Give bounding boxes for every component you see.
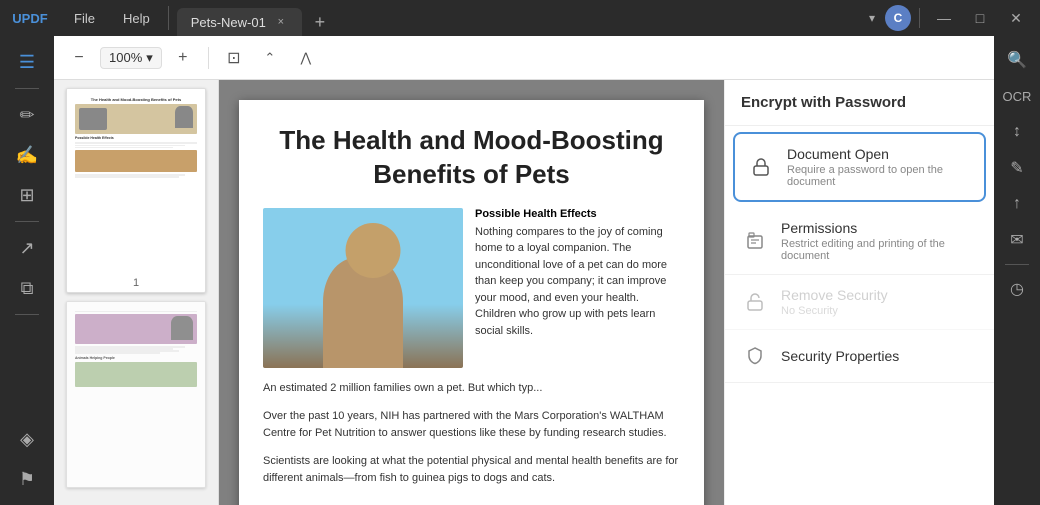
bookmark-icon[interactable]: ⚑ — [9, 461, 45, 497]
fit-width-button[interactable]: ⌃ — [255, 43, 285, 73]
document-page: The Health and Mood-Boosting Benefits of… — [239, 100, 704, 505]
encrypt-panel: Encrypt with Password Document Open Requ… — [724, 80, 994, 505]
remove-security-icon — [741, 288, 769, 316]
menu-bar: File Help — [60, 0, 164, 36]
divider — [919, 8, 920, 28]
edit2-icon[interactable]: ✎ — [1001, 152, 1033, 184]
doc-paragraph-3: Over the past 10 years, NIH has partnere… — [263, 408, 680, 441]
panel-header: Encrypt with Password — [725, 80, 994, 126]
permissions-text: Permissions Restrict editing and printin… — [781, 220, 978, 262]
permissions-title: Permissions — [781, 220, 978, 236]
minimize-button[interactable]: — — [928, 6, 960, 30]
zoom-value: 100% — [109, 50, 142, 65]
menu-item-security-properties[interactable]: Security Properties — [725, 330, 994, 383]
zoom-dropdown-icon: ▾ — [146, 50, 153, 66]
left-sidebar: ☰ ✏ ✍ ⊞ ↗ ⧉ ◈ ⚑ — [0, 36, 54, 505]
remove-security-title: Remove Security — [781, 287, 978, 303]
thumb-img-2 — [75, 150, 197, 172]
document-viewer[interactable]: The Health and Mood-Boosting Benefits of… — [219, 80, 724, 505]
security-properties-title: Security Properties — [781, 348, 978, 364]
tab-label: Pets-New-01 — [191, 15, 266, 30]
document-icon[interactable]: ☰ — [9, 44, 45, 80]
doc-paragraph-2: An estimated 2 million families own a pe… — [263, 380, 680, 397]
page-thumbnail-1[interactable]: The Health and Mood-Boosting Benefits of… — [66, 88, 206, 293]
maximize-button[interactable]: □ — [964, 6, 996, 30]
lock-icon — [747, 153, 775, 181]
history-icon[interactable]: ◷ — [1001, 273, 1033, 305]
share-icon[interactable]: ↑ — [1001, 188, 1033, 220]
thumb-img-3 — [75, 314, 197, 344]
separator — [168, 6, 169, 30]
thumb-content-2: Animals Helping People — [71, 306, 201, 393]
right-sidebar: 🔍 OCR ↕ ✎ ↑ ✉ ◷ — [994, 36, 1040, 505]
doc-paragraph-1: Nothing compares to the joy of coming ho… — [475, 224, 680, 340]
content-area: The Health and Mood-Boosting Benefits of… — [54, 80, 994, 505]
mail-icon[interactable]: ✉ — [1001, 224, 1033, 256]
doc-cat-image — [263, 208, 463, 368]
sidebar-divider-3 — [15, 314, 39, 315]
permissions-icon — [741, 227, 769, 255]
sidebar-divider-1 — [15, 88, 39, 89]
document-open-text: Document Open Require a password to open… — [787, 146, 972, 188]
tab-pets[interactable]: Pets-New-01 × — [177, 8, 302, 36]
zoom-out-button[interactable]: − — [64, 43, 94, 73]
window-dropdown[interactable]: ▾ — [863, 7, 881, 29]
thumb-content-1: The Health and Mood-Boosting Benefits of… — [71, 93, 201, 182]
menu-item-remove-security[interactable]: Remove Security No Security — [725, 275, 994, 330]
menu-item-permissions[interactable]: Permissions Restrict editing and printin… — [725, 208, 994, 275]
document-open-subtitle: Require a password to open the document — [787, 164, 972, 188]
app-logo: UPDF — [0, 11, 60, 26]
menu-help[interactable]: Help — [109, 0, 164, 36]
layers-icon[interactable]: ⧉ — [9, 270, 45, 306]
thumb-img-1 — [75, 104, 197, 134]
main-area: ☰ ✏ ✍ ⊞ ↗ ⧉ ◈ ⚑ − 100% ▾ + ⊡ ⌃ ⋀ — [0, 36, 1040, 505]
toolbar: − 100% ▾ + ⊡ ⌃ ⋀ — [54, 36, 994, 80]
doc-paragraph-4: Scientists are looking at what the poten… — [263, 453, 680, 486]
section-heading: Possible Health Effects — [475, 208, 680, 220]
zoom-in-button[interactable]: + — [168, 43, 198, 73]
page-thumbnail-2[interactable]: Animals Helping People — [66, 301, 206, 488]
pages-icon[interactable]: ⊞ — [9, 177, 45, 213]
tab-close-button[interactable]: × — [274, 15, 288, 29]
doc-section: Possible Health Effects Nothing compares… — [475, 208, 680, 368]
tab-add-button[interactable]: + — [306, 8, 334, 36]
doc-image-row: Possible Health Effects Nothing compares… — [263, 208, 680, 368]
cat-head — [346, 223, 401, 278]
page-number-1: 1 — [67, 274, 205, 292]
titlebar: UPDF File Help Pets-New-01 × + ▾ C — □ ✕ — [0, 0, 1040, 36]
sidebar-divider-2 — [15, 221, 39, 222]
thumbnail-image-2: Animals Helping People — [67, 302, 205, 487]
avatar[interactable]: C — [885, 5, 911, 31]
thumbnail-panel[interactable]: The Health and Mood-Boosting Benefits of… — [54, 80, 219, 505]
menu-file[interactable]: File — [60, 0, 109, 36]
document-title: The Health and Mood-Boosting Benefits of… — [263, 124, 680, 192]
thumbnail-image-1: The Health and Mood-Boosting Benefits of… — [67, 89, 205, 274]
thumb-img-4 — [75, 362, 197, 387]
document-open-title: Document Open — [787, 146, 972, 162]
right-sidebar-divider — [1005, 264, 1029, 265]
security-properties-text: Security Properties — [781, 348, 978, 364]
edit-icon[interactable]: ✏ — [9, 97, 45, 133]
annotate-icon[interactable]: ✍ — [9, 137, 45, 173]
tabs-area: Pets-New-01 × + — [177, 0, 863, 36]
security-properties-icon — [741, 342, 769, 370]
convert-icon[interactable]: ↕ — [1001, 116, 1033, 148]
permissions-subtitle: Restrict editing and printing of the doc… — [781, 238, 978, 262]
fit-page-button[interactable]: ⊡ — [219, 43, 249, 73]
stamp-icon[interactable]: ◈ — [9, 421, 45, 457]
remove-security-text: Remove Security No Security — [781, 287, 978, 317]
search-icon[interactable]: 🔍 — [1001, 44, 1033, 76]
zoom-selector[interactable]: 100% ▾ — [100, 47, 162, 69]
scroll-up-button[interactable]: ⋀ — [291, 43, 321, 73]
menu-item-document-open[interactable]: Document Open Require a password to open… — [733, 132, 986, 202]
titlebar-right: ▾ C — □ ✕ — [863, 5, 1040, 31]
close-button[interactable]: ✕ — [1000, 6, 1032, 30]
remove-security-subtitle: No Security — [781, 305, 978, 317]
export-icon[interactable]: ↗ — [9, 230, 45, 266]
ocr-icon[interactable]: OCR — [1001, 80, 1033, 112]
toolbar-separator-1 — [208, 47, 209, 69]
